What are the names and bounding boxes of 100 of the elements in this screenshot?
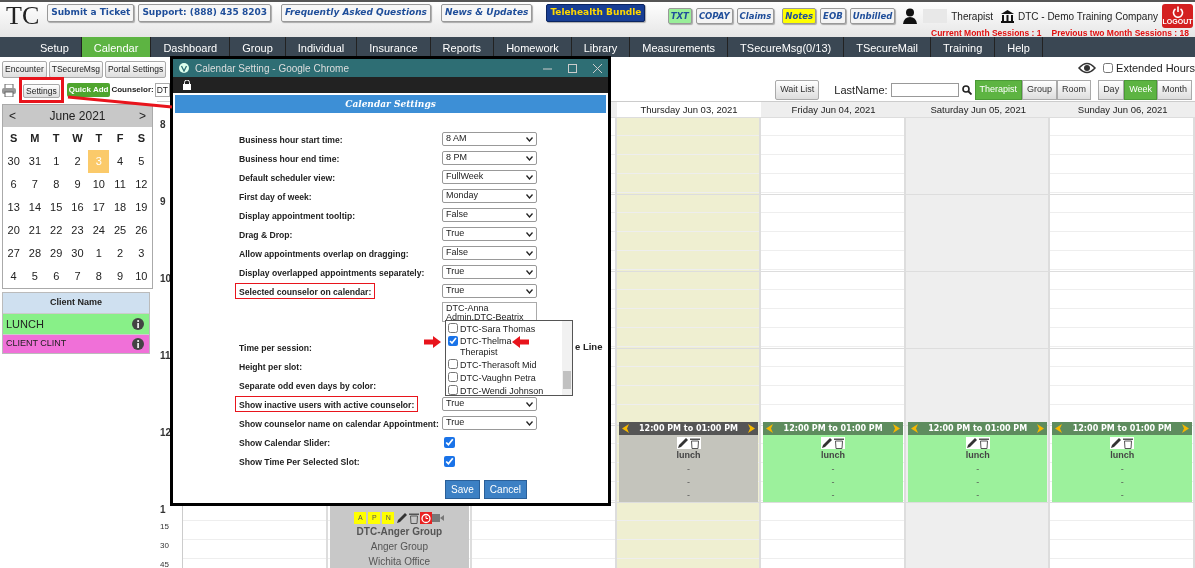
settings-button[interactable]: Settings — [23, 83, 60, 98]
calendar-day[interactable]: 7 — [24, 173, 46, 197]
calendar-day[interactable]: 4 — [3, 265, 25, 289]
calendar-day[interactable]: 15 — [45, 196, 67, 220]
option-label[interactable]: DTC-Wendi Johnson — [460, 386, 544, 396]
calendar-day[interactable]: 2 — [66, 150, 89, 174]
calendar-day[interactable]: 20 — [3, 219, 25, 243]
calendar-day[interactable]: 3 — [130, 242, 152, 266]
quick-button[interactable]: Claims — [736, 7, 775, 25]
maximize-icon[interactable] — [568, 63, 577, 73]
view-toggle-button[interactable]: Month — [1157, 80, 1192, 100]
view-toggle-button[interactable]: Group — [1022, 80, 1058, 100]
calendar-day[interactable]: 7 — [66, 265, 89, 289]
calendar-day[interactable]: 30 — [3, 150, 25, 174]
nav-tab[interactable]: Help — [995, 37, 1043, 57]
calendar-day[interactable]: 11 — [109, 173, 131, 197]
scrollbar-thumb[interactable] — [563, 371, 571, 389]
next-month-button[interactable]: > — [139, 107, 146, 126]
quick-button[interactable]: TXT — [667, 7, 692, 25]
setting-select[interactable]: True — [442, 227, 537, 241]
calendar-day[interactable]: 10 — [88, 173, 110, 197]
calendar-day[interactable]: 8 — [45, 173, 67, 197]
setting-select[interactable]: True — [442, 265, 537, 279]
option-label[interactable]: DTC-Sara Thomas — [460, 324, 536, 334]
setting-select[interactable]: True — [442, 284, 537, 298]
close-icon[interactable] — [593, 63, 602, 73]
calendar-day[interactable]: 6 — [3, 173, 25, 197]
option-label[interactable]: DTC-Thelma Therapist — [460, 336, 514, 358]
subtab-button[interactable]: Encounter — [2, 61, 47, 78]
client-row[interactable]: CLIENT CLINT — [3, 334, 149, 353]
pencil-icon[interactable] — [1110, 437, 1123, 449]
nav-tab[interactable]: TSecureMsg(0/13) — [728, 37, 845, 57]
trash-icon[interactable] — [833, 437, 846, 449]
calendar-day[interactable]: 9 — [109, 265, 131, 289]
calendar-day[interactable]: 25 — [109, 219, 131, 243]
printer-icon[interactable] — [2, 83, 16, 97]
calendar-day[interactable]: 1 — [88, 242, 110, 266]
calendar-day[interactable]: 31 — [24, 150, 46, 174]
subtab-button[interactable]: TSecureMsg — [48, 61, 103, 78]
alarm-clock-icon[interactable] — [420, 512, 433, 524]
arrow-left-icon[interactable] — [766, 424, 774, 433]
trash-icon[interactable] — [408, 512, 421, 524]
option-label[interactable]: DTC-Therasoft Mid — [460, 360, 537, 370]
calendar-day[interactable]: 23 — [66, 219, 89, 243]
counselor-select[interactable]: DT — [154, 82, 170, 98]
wait-list-button[interactable]: Wait List — [775, 80, 820, 100]
eye-icon[interactable] — [1078, 62, 1097, 74]
pencil-icon[interactable] — [676, 437, 689, 449]
calendar-day[interactable]: 5 — [130, 150, 152, 174]
calendar-day[interactable]: 1 — [45, 150, 67, 174]
calendar-day[interactable]: 28 — [24, 242, 46, 266]
dialog-button[interactable]: Save — [445, 480, 480, 499]
setting-select[interactable]: False — [442, 246, 537, 260]
arrow-right-icon[interactable] — [892, 424, 900, 433]
pencil-icon[interactable] — [965, 437, 978, 449]
pencil-icon[interactable] — [821, 437, 834, 449]
setting-checkbox[interactable] — [444, 436, 455, 448]
option-checkbox[interactable] — [448, 323, 458, 333]
client-row[interactable]: LUNCH — [3, 312, 149, 335]
extended-hours-checkbox[interactable] — [1103, 63, 1114, 73]
nav-tab[interactable]: TSecureMail — [844, 37, 931, 57]
calendar-day[interactable]: 17 — [88, 196, 110, 220]
header-link[interactable]: Telehealth Bundle — [546, 4, 646, 22]
trash-icon[interactable] — [1122, 437, 1135, 449]
setting-select[interactable]: FullWeek — [442, 170, 537, 184]
calendar-day[interactable]: 19 — [130, 196, 152, 220]
header-link[interactable]: Support: (888) 435 8203 — [138, 4, 271, 22]
arrow-left-icon[interactable] — [1055, 424, 1063, 433]
view-toggle-button[interactable]: Day — [1098, 80, 1125, 100]
calendar-day[interactable]: 5 — [24, 265, 46, 289]
view-toggle-button[interactable]: Room — [1057, 80, 1092, 100]
quick-button[interactable]: COPAY — [695, 7, 733, 25]
video-icon[interactable] — [432, 513, 445, 523]
setting-select[interactable]: Monday — [442, 189, 537, 203]
setting-select[interactable]: 8 PM — [442, 151, 537, 165]
prev-month-button[interactable]: < — [9, 107, 16, 126]
calendar-day[interactable]: 26 — [130, 219, 152, 243]
info-icon[interactable] — [132, 318, 144, 330]
info-icon[interactable] — [132, 338, 144, 350]
header-link[interactable]: Submit a Ticket — [47, 4, 135, 22]
nav-tab[interactable]: Training — [930, 37, 996, 57]
option-checkbox[interactable] — [448, 336, 458, 346]
option-checkbox[interactable] — [448, 372, 458, 382]
search-icon[interactable] — [961, 85, 972, 95]
calendar-day[interactable]: 14 — [24, 196, 46, 220]
calendar-day[interactable]: 30 — [66, 242, 89, 266]
arrow-left-icon[interactable] — [621, 424, 629, 433]
nav-tab[interactable]: Setup — [28, 37, 82, 57]
quick-button[interactable]: Notes — [782, 7, 817, 25]
calendar-day[interactable]: 8 — [88, 265, 110, 289]
arrow-left-icon[interactable] — [910, 424, 918, 433]
calendar-day[interactable]: 6 — [45, 265, 67, 289]
calendar-day[interactable]: 12 — [130, 173, 152, 197]
calendar-day[interactable]: 10 — [130, 265, 152, 289]
quick-button[interactable]: EOB — [820, 7, 846, 25]
calendar-day[interactable]: 29 — [45, 242, 67, 266]
setting-checkbox[interactable] — [444, 455, 455, 467]
calendar-day[interactable]: 18 — [109, 196, 131, 220]
arrow-right-icon[interactable] — [1182, 424, 1190, 433]
calendar-day[interactable]: 27 — [3, 242, 25, 266]
